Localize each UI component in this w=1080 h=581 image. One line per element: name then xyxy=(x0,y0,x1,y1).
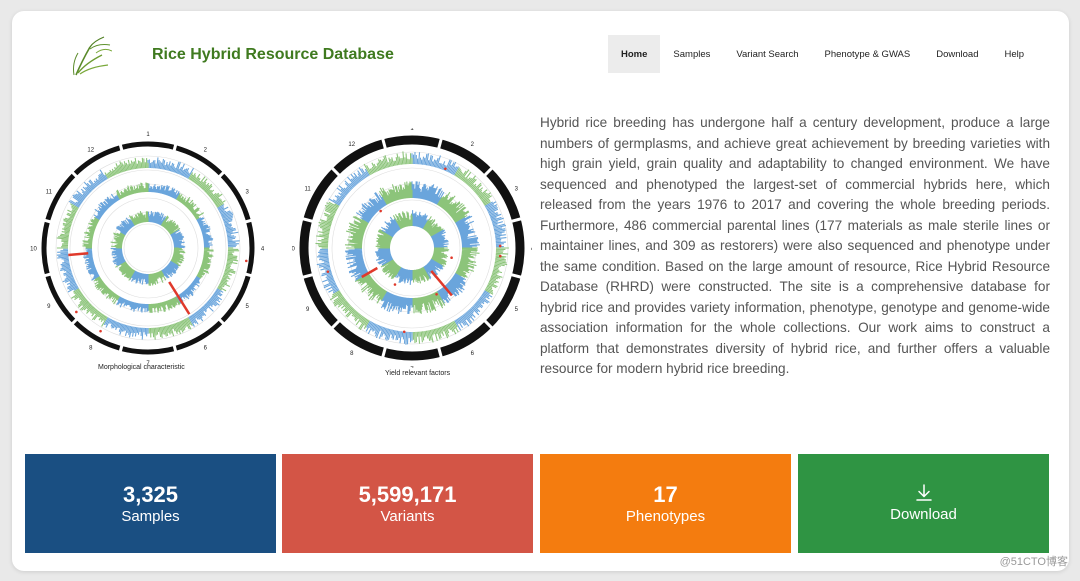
variants-label: Variants xyxy=(380,507,435,525)
watermark: @51CTO博客 xyxy=(999,556,1068,568)
chromosome-label-8: 8 xyxy=(350,351,354,357)
nav-phenotype-gwas[interactable]: Phenotype & GWAS xyxy=(812,35,924,73)
chromosome-label-10: 10 xyxy=(30,247,37,253)
chromosome-label-8: 8 xyxy=(89,346,93,352)
figure-caption-morphological: Morphological characteristic xyxy=(98,364,185,371)
track-1-segment xyxy=(196,247,214,279)
highlight-point xyxy=(498,254,502,258)
chromosome-label-11: 11 xyxy=(46,189,53,195)
chromosome-gap xyxy=(172,344,178,353)
highlight-point xyxy=(435,292,438,296)
chromosome-label-5: 5 xyxy=(515,307,519,313)
highlight-point xyxy=(444,167,447,171)
chromosome-label-5: 5 xyxy=(245,304,249,310)
highlight-point xyxy=(402,330,406,334)
samples-card[interactable]: 3,325 Samples xyxy=(25,454,276,553)
track-1-segment xyxy=(93,276,120,305)
highlight-point xyxy=(379,209,382,213)
chromosome-label-2: 2 xyxy=(471,142,475,148)
phenotypes-count: 17 xyxy=(653,481,678,507)
phenotypes-card[interactable]: 17 Phenotypes xyxy=(540,454,791,553)
chromosome-label-4: 4 xyxy=(531,247,532,253)
chromosome-label-7: 7 xyxy=(410,367,414,368)
samples-label: Samples xyxy=(121,507,180,525)
highlight-point xyxy=(450,256,453,260)
track-0-segment xyxy=(103,317,149,340)
download-icon xyxy=(915,484,932,501)
chromosome-gap xyxy=(172,143,178,152)
track-0-segment xyxy=(148,317,193,340)
track-0-segment xyxy=(217,204,240,248)
track-1-segment xyxy=(411,181,445,205)
chromosome-label-9: 9 xyxy=(306,307,310,313)
nav-help[interactable]: Help xyxy=(991,35,1037,73)
intro-paragraph: Hybrid rice breeding has undergone half … xyxy=(540,115,1050,376)
circos-plot-yield: 123456789101112 xyxy=(292,128,532,368)
chromosome-label-6: 6 xyxy=(204,346,208,352)
highlight-point xyxy=(326,270,330,273)
track-0-segment xyxy=(56,203,79,249)
track-1-segment xyxy=(148,296,181,313)
nav-variant-search[interactable]: Variant Search xyxy=(723,35,811,73)
chromosome-label-4: 4 xyxy=(261,247,265,253)
highlight-point xyxy=(99,329,102,333)
highlight-point xyxy=(393,283,397,286)
main-nav: Home Samples Variant Search Phenotype & … xyxy=(608,35,1037,73)
nav-download[interactable]: Download xyxy=(923,35,991,73)
track-1-segment xyxy=(355,192,388,224)
circos-plot-morphological: 123456789101112 xyxy=(30,132,265,367)
chromosome-label-1: 1 xyxy=(410,128,414,132)
chromosome-label-1: 1 xyxy=(146,132,150,138)
chromosome-label-12: 12 xyxy=(348,142,355,148)
rice-plant-icon xyxy=(73,36,112,76)
center-hole xyxy=(138,238,158,258)
download-label: Download xyxy=(890,506,957,523)
track-1-segment xyxy=(196,217,214,248)
chromosome-gap xyxy=(244,218,253,224)
chromosome-label-3: 3 xyxy=(245,189,249,195)
track-1-segment xyxy=(380,291,413,314)
center-hole xyxy=(400,236,424,260)
track-1-segment xyxy=(82,216,100,249)
track-1-segment xyxy=(176,193,205,220)
highlight-point xyxy=(75,310,78,314)
track-0-segment xyxy=(147,157,195,179)
track-1-segment xyxy=(116,182,149,200)
figure-caption-yield: Yield relevant factors xyxy=(385,370,451,377)
highlight-point xyxy=(498,244,502,248)
chromosome-gap xyxy=(118,143,124,152)
samples-count: 3,325 xyxy=(122,481,179,507)
phenotypes-label: Phenotypes xyxy=(625,507,706,525)
chromosome-label-3: 3 xyxy=(515,186,519,192)
site-title[interactable]: Rice Hybrid Resource Database xyxy=(152,46,394,64)
nav-samples[interactable]: Samples xyxy=(660,35,723,73)
chromosome-gap xyxy=(244,272,253,278)
chromosome-label-12: 12 xyxy=(87,147,94,153)
track-0-segment xyxy=(56,248,79,293)
track-0-segment xyxy=(217,247,240,292)
chromosome-gap xyxy=(43,218,52,224)
highlight-marker xyxy=(68,251,89,257)
chromosome-label-9: 9 xyxy=(47,304,51,310)
track-1-segment xyxy=(455,215,480,248)
chromosome-label-2: 2 xyxy=(204,147,208,153)
track-0-segment xyxy=(104,157,149,179)
nav-home[interactable]: Home xyxy=(608,35,661,73)
track-1-segment xyxy=(93,193,120,220)
chromosome-label-11: 11 xyxy=(305,186,312,192)
highlight-point xyxy=(244,259,248,263)
download-card[interactable]: Download xyxy=(798,454,1049,553)
variants-card[interactable]: 5,599,171 Variants xyxy=(282,454,533,553)
page-card: Rice Hybrid Resource Database Home Sampl… xyxy=(12,11,1069,571)
chromosome-label-10: 10 xyxy=(292,247,295,253)
track-1-segment xyxy=(147,183,180,200)
chromosome-gap xyxy=(43,272,52,278)
variants-count: 5,599,171 xyxy=(358,481,457,507)
chromosome-label-6: 6 xyxy=(471,351,475,357)
track-1-segment xyxy=(344,215,369,249)
chromosome-gap xyxy=(118,344,124,353)
